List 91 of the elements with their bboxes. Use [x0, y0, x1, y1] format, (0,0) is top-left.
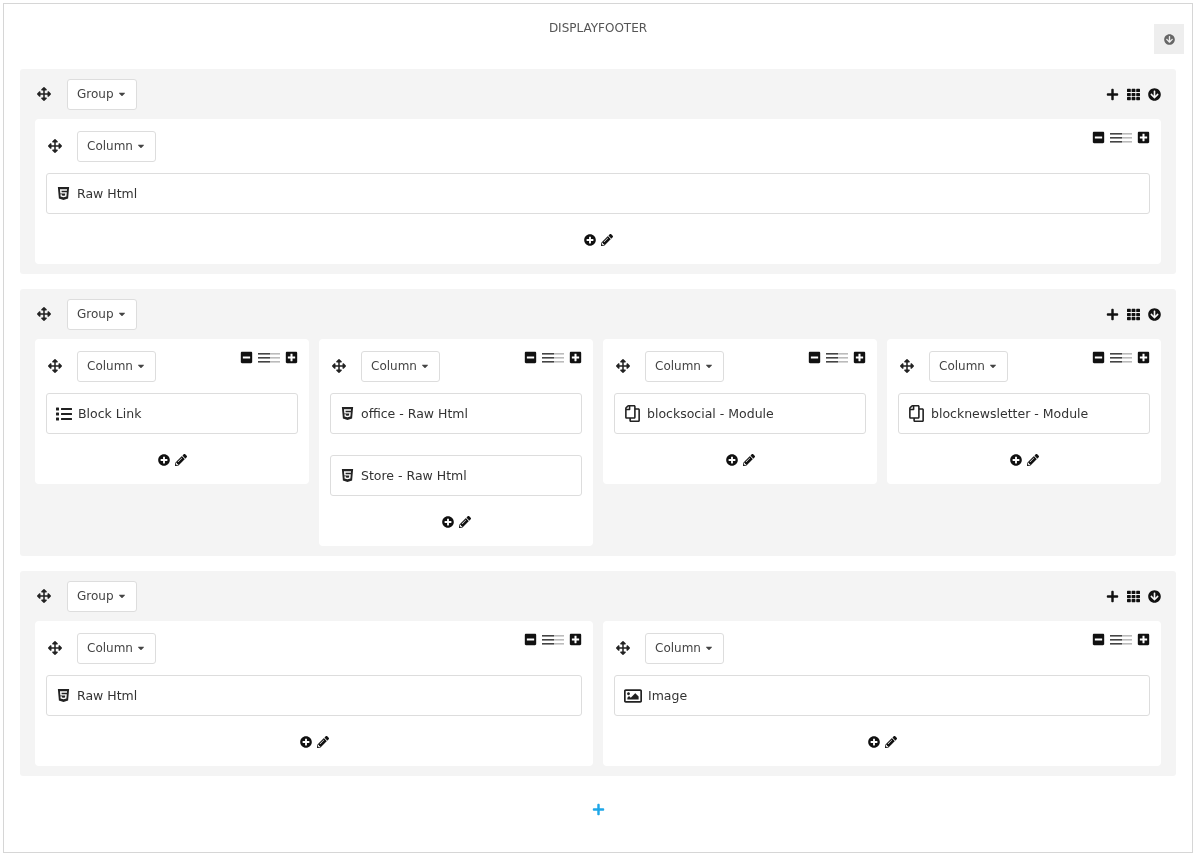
add-icon[interactable] [725, 454, 738, 466]
plus-icon[interactable] [285, 351, 298, 364]
module-label: blocknewsletter - Module [931, 406, 1089, 421]
pencil-icon[interactable] [600, 234, 613, 246]
plus-icon[interactable] [1137, 633, 1150, 646]
minus-icon[interactable] [1092, 131, 1105, 144]
add-icon[interactable] [157, 454, 170, 466]
minus-icon[interactable] [808, 351, 821, 364]
add-icon[interactable] [1106, 589, 1119, 603]
move-icon[interactable] [37, 87, 51, 101]
column-dropdown[interactable]: Column [361, 350, 440, 382]
plus-icon[interactable] [853, 351, 866, 364]
module-label: Raw Html [77, 186, 138, 201]
plus-icon[interactable] [569, 351, 582, 364]
module-item[interactable]: office - Raw Html [330, 393, 582, 434]
add-icon[interactable] [1009, 454, 1022, 466]
grid-icon[interactable] [1127, 589, 1140, 603]
hook-title: DISPLAYFOOTER [548, 21, 648, 37]
pencil-icon[interactable] [1026, 454, 1039, 466]
pencil-icon[interactable] [458, 516, 471, 528]
minus-icon[interactable] [1092, 351, 1105, 364]
move-icon[interactable] [48, 359, 62, 373]
collapse-button[interactable] [1154, 24, 1184, 54]
module-item[interactable]: Raw Html [46, 675, 582, 716]
column-dropdown[interactable]: Column [929, 350, 1008, 382]
column-dropdown[interactable]: Column [77, 350, 156, 382]
minus-icon[interactable] [1092, 633, 1105, 646]
module-item[interactable]: Image [614, 675, 1150, 716]
group-dropdown[interactable]: Group [67, 298, 137, 330]
column-dropdown[interactable]: Column [77, 130, 156, 162]
collapse-icon[interactable] [1148, 589, 1161, 603]
width-lines-icon[interactable] [258, 352, 280, 363]
pencil-icon[interactable] [742, 454, 755, 466]
module-label: Image [648, 688, 688, 703]
html5-icon [340, 406, 355, 421]
move-icon[interactable] [616, 359, 630, 373]
move-icon[interactable] [48, 641, 62, 655]
width-lines-icon[interactable] [1110, 352, 1132, 363]
move-icon[interactable] [332, 359, 346, 373]
move-icon[interactable] [900, 359, 914, 373]
collapse-icon[interactable] [1148, 87, 1161, 101]
add-icon[interactable] [441, 516, 454, 528]
move-icon[interactable] [37, 307, 51, 321]
width-lines-icon[interactable] [1110, 132, 1132, 143]
add-icon[interactable] [1106, 307, 1119, 321]
pencil-icon[interactable] [316, 736, 329, 748]
column-dropdown[interactable]: Column [77, 632, 156, 664]
add-icon[interactable] [867, 736, 880, 748]
add-icon[interactable] [583, 234, 596, 246]
pencil-icon[interactable] [174, 454, 187, 466]
minus-icon[interactable] [240, 351, 253, 364]
add-icon[interactable] [299, 736, 312, 748]
move-icon[interactable] [37, 589, 51, 603]
move-icon[interactable] [48, 139, 62, 153]
plus-icon[interactable] [569, 633, 582, 646]
group-dropdown[interactable]: Group [67, 580, 137, 612]
module-item[interactable]: Raw Html [46, 173, 1150, 214]
collapse-icon[interactable] [1148, 307, 1161, 321]
group-dropdown[interactable]: Group [67, 78, 137, 110]
add-icon[interactable] [1106, 87, 1119, 101]
module-item[interactable]: Store - Raw Html [330, 455, 582, 496]
grid-icon[interactable] [1127, 307, 1140, 321]
minus-icon[interactable] [524, 633, 537, 646]
width-lines-icon[interactable] [826, 352, 848, 363]
module-label: blocksocial - Module [647, 406, 774, 421]
module-item[interactable]: Block Link [46, 393, 298, 434]
module-label: Store - Raw Html [361, 468, 467, 483]
plus-icon[interactable] [1137, 351, 1150, 364]
copy-icon [624, 405, 641, 422]
width-lines-icon[interactable] [542, 352, 564, 363]
column-dropdown[interactable]: Column [645, 632, 724, 664]
move-icon[interactable] [616, 641, 630, 655]
arrow-down-icon [1163, 33, 1175, 45]
module-item[interactable]: blocksocial - Module [614, 393, 866, 434]
width-lines-icon[interactable] [542, 634, 564, 645]
pencil-icon[interactable] [884, 736, 897, 748]
copy-icon [908, 405, 925, 422]
html5-icon [340, 468, 355, 483]
module-label: Block Link [78, 406, 142, 421]
html5-icon [56, 688, 71, 703]
grid-icon[interactable] [1127, 87, 1140, 101]
module-label: Raw Html [77, 688, 138, 703]
column-dropdown[interactable]: Column [645, 350, 724, 382]
image-icon [624, 686, 642, 705]
plus-icon[interactable] [1137, 131, 1150, 144]
width-lines-icon[interactable] [1110, 634, 1132, 645]
module-item[interactable]: blocknewsletter - Module [898, 393, 1150, 434]
minus-icon[interactable] [524, 351, 537, 364]
module-label: office - Raw Html [361, 406, 468, 421]
html5-icon [56, 186, 71, 201]
list-icon [56, 405, 72, 422]
